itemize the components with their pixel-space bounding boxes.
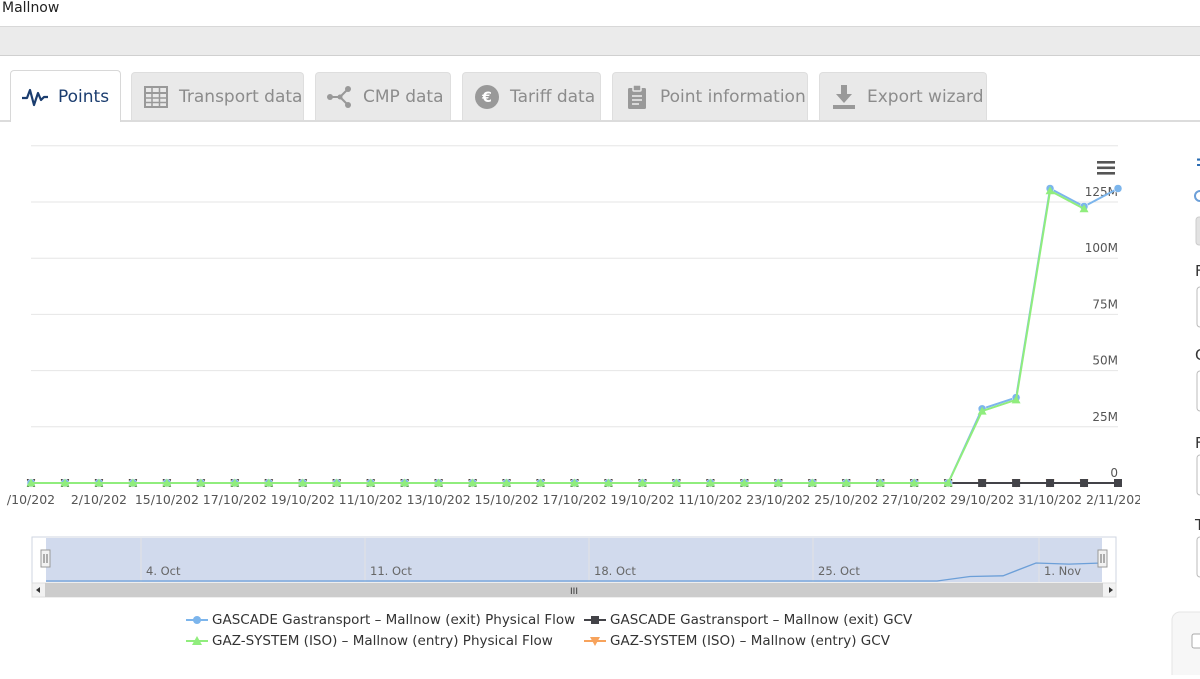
series-2 <box>26 186 1089 487</box>
tab-cmp-data[interactable]: CMP data <box>315 72 451 120</box>
navigator-label: 1. Nov <box>1044 564 1081 578</box>
navigator-label: 11. Oct <box>370 564 412 578</box>
legend-item-gaz-flow[interactable]: GAZ-SYSTEM (ISO) – Mallnow (entry) Physi… <box>186 633 553 649</box>
tab-points-label: Points <box>58 86 110 107</box>
top-bar <box>0 26 1200 56</box>
navigator-label: 25. Oct <box>818 564 860 578</box>
side-label-4: T <box>1194 516 1200 534</box>
scrollbar-grip: III <box>570 587 578 597</box>
download-icon <box>829 84 859 110</box>
hamburger-menu-icon[interactable] <box>1096 159 1116 177</box>
legend-item-gaz-gcv[interactable]: GAZ-SYSTEM (ISO) – Mallnow (entry) GCV <box>584 633 890 649</box>
series-group <box>26 184 1123 488</box>
tab-point-information-label: Point information <box>660 86 806 107</box>
tab-transport-data-label: Transport data <box>179 86 303 107</box>
legend-label: GASCADE Gastransport – Mallnow (exit) Ph… <box>212 612 576 628</box>
chart-container: 0 25M 50M 75M 100M 125M /10/202 2/10/202 15/10/… <box>0 122 1150 675</box>
side-label-2: C <box>1195 346 1200 364</box>
legend-item-gascade-gcv[interactable]: GASCADE Gastransport – Mallnow (exit) GC… <box>584 612 912 628</box>
x-tick-label: 23/10/202 <box>746 492 810 507</box>
legend-symbol <box>584 614 606 626</box>
x-tick-label: 15/10/202 <box>135 492 199 507</box>
series-line <box>31 186 1119 484</box>
series-0 <box>26 184 1123 488</box>
navigator-handle-left[interactable] <box>40 549 51 568</box>
x-tick-label: /10/202 <box>7 492 55 507</box>
tab-transport-data[interactable]: Transport data <box>131 72 304 120</box>
side-panel: ⇉ F C F T <box>1160 122 1200 679</box>
navigator-scrollbar[interactable]: III <box>31 582 1117 598</box>
tab-tariff-data-label: Tariff data <box>510 86 596 107</box>
data-point <box>1012 479 1021 487</box>
tab-export-wizard-label: Export wizard <box>867 86 984 107</box>
x-tick-label: 13/10/202 <box>407 492 471 507</box>
legend-label: GASCADE Gastransport – Mallnow (exit) GC… <box>610 612 913 628</box>
data-point <box>978 479 987 487</box>
y-tick-label: 100M <box>1085 241 1118 255</box>
y-axis: 025M50M75M100M125M <box>1085 185 1118 480</box>
series-line <box>31 189 1085 484</box>
tab-point-information[interactable]: Point information <box>612 72 808 120</box>
y-tick-label: 75M <box>1092 297 1118 311</box>
chart-svg: 025M50M75M100M125M /10/202 2/10/202 15/10/… <box>7 145 1150 598</box>
side-panel-icon: ⇉ <box>1196 152 1200 173</box>
side-label-3: F <box>1195 434 1200 452</box>
legend-symbol <box>186 614 208 626</box>
y-tick-label: 0 <box>1110 466 1118 480</box>
legend-symbol <box>584 635 606 647</box>
x-tick-label: 2/11/2021 <box>1086 492 1140 507</box>
x-tick-label: 19/10/202 <box>271 492 335 507</box>
x-tick-label: 17/10/202 <box>203 492 267 507</box>
navigator[interactable]: 4. Oct 11. Oct 18. Oct 25. Oct 1. Nov III <box>31 536 1117 598</box>
x-tick-label: 29/10/202 <box>950 492 1014 507</box>
x-tick-label: 25/10/202 <box>814 492 878 507</box>
navigator-label: 18. Oct <box>594 564 636 578</box>
navigator-label: 4. Oct <box>146 564 181 578</box>
x-tick-label: 15/10/202 <box>475 492 539 507</box>
x-tick-label: 17/10/202 <box>542 492 606 507</box>
tab-points[interactable]: Points <box>10 70 121 122</box>
euro-icon: € <box>472 84 502 110</box>
legend-item-gascade-flow[interactable]: GASCADE Gastransport – Mallnow (exit) Ph… <box>186 612 575 628</box>
data-point <box>1114 479 1122 487</box>
y-tick-label: 50M <box>1092 354 1118 368</box>
legend-label: GAZ-SYSTEM (ISO) – Mallnow (entry) Physi… <box>212 633 553 649</box>
x-tick-label: 19/10/202 <box>610 492 674 507</box>
data-point <box>1113 184 1123 193</box>
svg-text:€: € <box>481 90 492 106</box>
table-icon <box>141 84 171 110</box>
side-label-1: F <box>1195 262 1200 280</box>
share-nodes-icon <box>325 84 355 110</box>
data-point <box>1080 479 1089 487</box>
y-tick-label: 25M <box>1092 410 1118 424</box>
x-tick-label: 27/10/202 <box>882 492 946 507</box>
navigator-selection[interactable] <box>46 538 1102 582</box>
tab-export-wizard[interactable]: Export wizard <box>819 72 987 120</box>
pulse-icon <box>20 84 50 110</box>
x-tick-label: 31/10/202 <box>1018 492 1082 507</box>
window-title: Mallnow <box>2 0 60 16</box>
x-tick-label: 2/10/202 <box>71 492 127 507</box>
legend-label: GAZ-SYSTEM (ISO) – Mallnow (entry) GCV <box>610 633 890 649</box>
clipboard-icon <box>622 83 652 110</box>
x-tick-label: 11/10/202 <box>339 492 403 507</box>
gridlines <box>31 145 1118 484</box>
data-point <box>1046 479 1055 487</box>
x-tick-label: 11/10/202 <box>678 492 742 507</box>
tab-tariff-data[interactable]: € Tariff data <box>462 72 601 120</box>
navigator-handle-right[interactable] <box>1097 549 1108 568</box>
legend-symbol <box>186 635 208 647</box>
tab-cmp-data-label: CMP data <box>363 86 444 107</box>
